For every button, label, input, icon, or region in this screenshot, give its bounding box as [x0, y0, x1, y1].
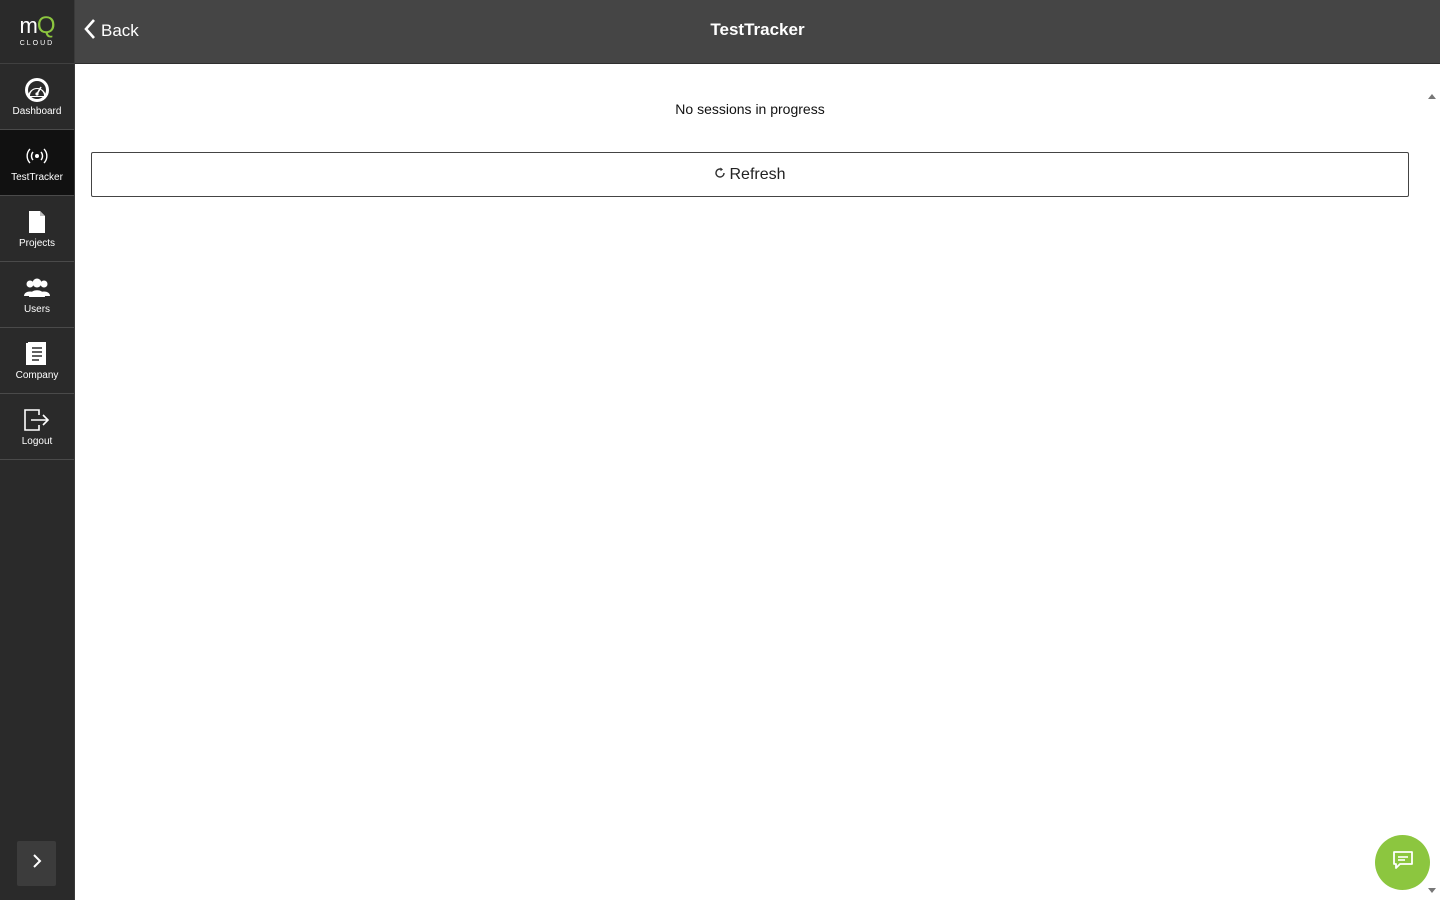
logo-text: mQ [19, 12, 56, 39]
sidebar-item-logout[interactable]: Logout [0, 394, 74, 460]
sidebar: mQ CLOUD Dashboard TestTracker Projects … [0, 0, 75, 900]
dashboard-gauge-icon [22, 77, 52, 103]
sidebar-item-label: TestTracker [11, 171, 63, 183]
refresh-button[interactable]: Refresh [91, 152, 1409, 197]
company-document-icon [22, 341, 52, 367]
chevron-right-icon [32, 854, 42, 873]
main-content: No sessions in progress Refresh [75, 64, 1425, 900]
page-title: TestTracker [710, 20, 805, 39]
sidebar-item-testtracker[interactable]: TestTracker [0, 130, 74, 196]
vertical-scrollbar[interactable] [1425, 64, 1440, 900]
logout-icon [22, 407, 52, 433]
sidebar-expand-button[interactable] [17, 841, 56, 886]
users-icon [22, 275, 52, 301]
sidebar-item-label: Dashboard [12, 105, 62, 117]
sidebar-item-label: Projects [18, 237, 56, 249]
top-header: Back TestTracker [75, 0, 1440, 64]
scroll-up-arrow-icon[interactable] [1428, 94, 1436, 99]
sidebar-item-label: Logout [21, 435, 53, 447]
sidebar-item-company[interactable]: Company [0, 328, 74, 394]
mq-cloud-logo[interactable]: mQ CLOUD [0, 0, 74, 64]
sidebar-item-users[interactable]: Users [0, 262, 74, 328]
scroll-down-arrow-icon[interactable] [1428, 888, 1436, 893]
sidebar-item-projects[interactable]: Projects [0, 196, 74, 262]
refresh-label: Refresh [729, 165, 786, 183]
chat-icon [1391, 849, 1415, 876]
sidebar-item-label: Company [15, 369, 59, 381]
logo-subtext: CLOUD [19, 40, 55, 47]
document-icon [22, 209, 52, 235]
sidebar-item-label: Users [23, 303, 51, 315]
chat-button[interactable] [1375, 835, 1430, 890]
refresh-icon [714, 166, 726, 184]
broadcast-icon [22, 143, 52, 169]
sessions-status-text: No sessions in progress [675, 101, 825, 117]
logo-mark: mQ [19, 12, 56, 39]
logo-q: Q [36, 12, 56, 39]
sidebar-item-dashboard[interactable]: Dashboard [0, 64, 74, 130]
